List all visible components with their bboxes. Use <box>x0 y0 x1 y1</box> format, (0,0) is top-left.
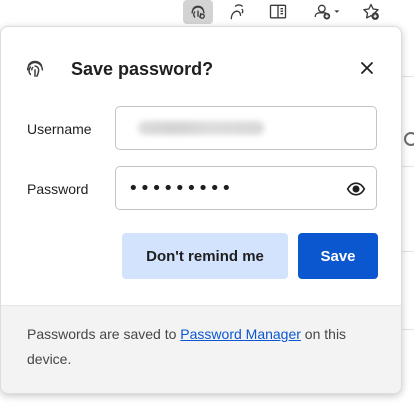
username-label: Username <box>27 121 92 137</box>
save-password-dialog: Save password? Username Password •••••••… <box>0 26 402 394</box>
page-edge <box>401 26 414 409</box>
dialog-footer: Passwords are saved to Password Manager … <box>1 305 401 393</box>
username-value-redacted <box>138 121 264 135</box>
extensions-button[interactable] <box>306 0 346 24</box>
read-aloud-button[interactable] <box>224 0 252 24</box>
page-circle-icon <box>404 132 414 146</box>
reading-view-icon <box>269 4 287 19</box>
footer-prefix: Passwords are saved to <box>27 326 181 342</box>
password-field[interactable]: ••••••••• <box>115 166 377 210</box>
divider <box>401 251 414 252</box>
divider <box>401 329 414 330</box>
favorites-add-button[interactable] <box>356 0 386 24</box>
close-button[interactable] <box>354 55 380 81</box>
password-key-button[interactable] <box>183 0 213 24</box>
fingerprint-key-icon <box>191 5 205 19</box>
footer-text: Passwords are saved to Password Manager … <box>27 322 377 372</box>
eye-icon[interactable] <box>346 179 366 199</box>
username-field[interactable] <box>115 106 377 150</box>
password-label: Password <box>27 181 89 197</box>
close-icon <box>361 62 373 74</box>
reading-view-button[interactable] <box>264 0 292 24</box>
dialog-title: Save password? <box>71 59 214 79</box>
password-value: ••••••••• <box>128 178 233 199</box>
divider <box>401 166 414 167</box>
save-button[interactable]: Save <box>298 233 378 279</box>
divider <box>401 76 414 77</box>
favorites-add-icon <box>363 3 379 20</box>
dont-remind-button[interactable]: Don't remind me <box>122 233 288 279</box>
extensions-icon <box>314 4 340 20</box>
password-manager-link[interactable]: Password Manager <box>180 326 301 342</box>
read-aloud-icon <box>230 4 244 20</box>
browser-toolbar <box>0 0 414 26</box>
dialog-header: Save password? <box>1 27 401 105</box>
fingerprint-icon <box>26 60 44 77</box>
